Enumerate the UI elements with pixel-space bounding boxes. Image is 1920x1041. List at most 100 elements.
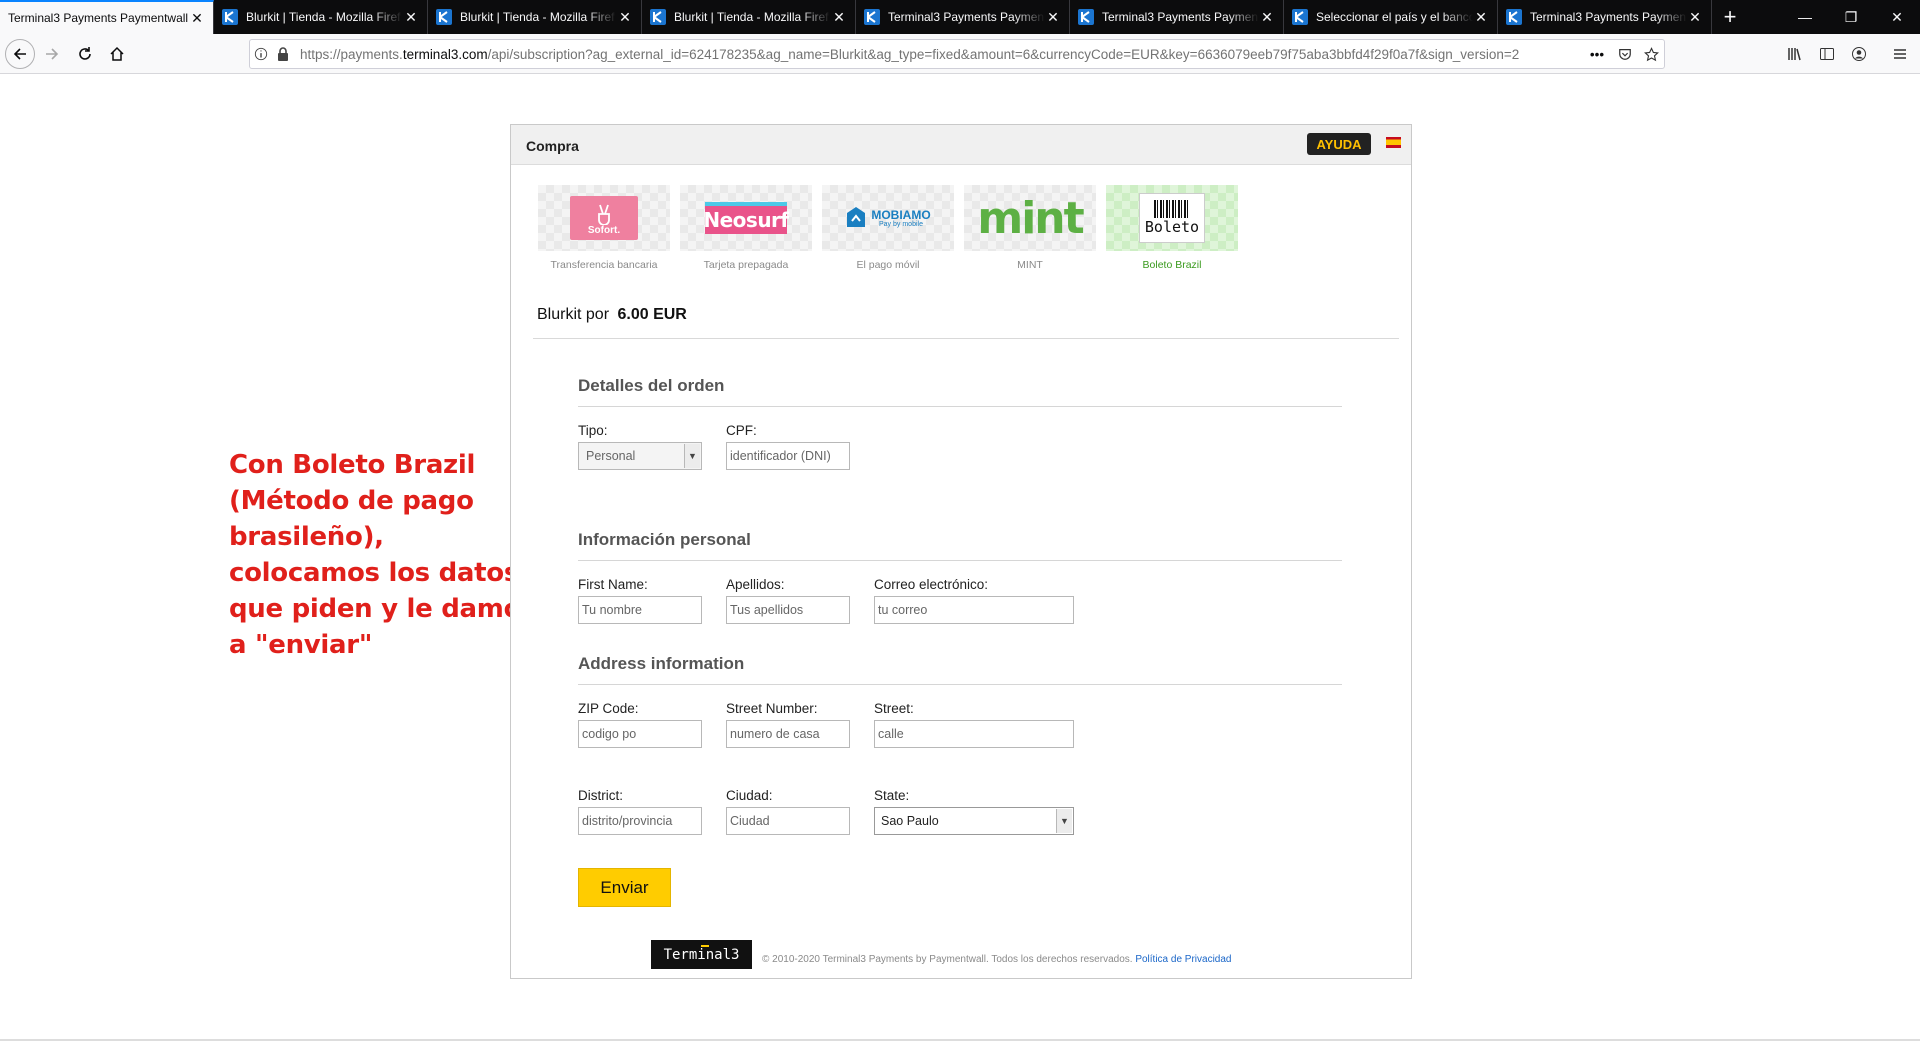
city-label: Ciudad: xyxy=(726,788,773,803)
mobiamo-logo: MOBIAMO Pay by mobile xyxy=(845,205,931,231)
tab-blurkit-2[interactable]: Blurkit | Tienda - Mozilla Firef ✕ xyxy=(428,0,642,34)
copyright: © 2010-2020 Terminal3 Payments by Paymen… xyxy=(762,954,1133,965)
mint-logo: mint xyxy=(977,192,1084,244)
tipo-field: Tipo: Personal ▼ xyxy=(578,423,702,470)
email-field: Correo electrónico: tu correo xyxy=(874,577,1074,624)
new-tab-button[interactable]: + xyxy=(1712,0,1748,34)
close-icon[interactable]: ✕ xyxy=(1045,9,1061,26)
method-mobiamo[interactable]: MOBIAMO Pay by mobile El pago móvil xyxy=(822,185,954,271)
section-title: Detalles del orden xyxy=(578,376,1342,407)
method-sofort[interactable]: Sofort. Transferencia bancaria xyxy=(538,185,670,271)
forward-button[interactable] xyxy=(38,40,66,68)
close-icon[interactable]: ✕ xyxy=(189,10,205,27)
library-icon[interactable] xyxy=(1781,40,1809,68)
close-icon[interactable]: ✕ xyxy=(1687,9,1703,26)
tab-terminal3-active[interactable]: Terminal3 Payments Paymentwall ✕ xyxy=(0,0,214,34)
bookmark-star-icon[interactable] xyxy=(1638,46,1664,62)
method-label: MINT xyxy=(1017,259,1043,271)
account-icon[interactable] xyxy=(1845,40,1873,68)
tab-title: Terminal3 Payments Paymen xyxy=(1102,10,1259,24)
close-icon[interactable]: ✕ xyxy=(617,9,633,26)
email-input[interactable]: tu correo xyxy=(874,596,1074,624)
tab-bar: Terminal3 Payments Paymentwall ✕ Blurkit… xyxy=(0,0,1920,34)
info-icon[interactable] xyxy=(250,47,272,61)
sofort-logo-text: Sofort. xyxy=(587,225,621,236)
street-input[interactable]: calle xyxy=(874,720,1074,748)
zip-field: ZIP Code: codigo po xyxy=(578,701,702,748)
city-input[interactable]: Ciudad xyxy=(726,807,850,835)
sidebar-icon[interactable] xyxy=(1813,40,1841,68)
personal-info-section: Información personal xyxy=(578,530,1342,561)
tab-terminal3-3[interactable]: Terminal3 Payments Paymen ✕ xyxy=(1070,0,1284,34)
annotation-text: Con Boleto Brazil (Método de pago brasil… xyxy=(229,450,537,660)
section-title: Address information xyxy=(578,654,1342,685)
close-icon[interactable]: ✕ xyxy=(1259,9,1275,26)
method-tile[interactable]: MOBIAMO Pay by mobile xyxy=(822,185,954,251)
method-tile[interactable]: mint xyxy=(964,185,1096,251)
blurkit-favicon-icon xyxy=(650,9,666,25)
help-button[interactable]: AYUDA xyxy=(1307,133,1371,155)
tab-title: Terminal3 Payments Paymen xyxy=(888,10,1045,24)
home-button[interactable] xyxy=(103,40,131,68)
method-label: Boleto Brazil xyxy=(1142,259,1202,271)
submit-button[interactable]: Enviar xyxy=(578,868,671,907)
minimize-icon[interactable]: — xyxy=(1782,0,1828,34)
close-icon[interactable]: ✕ xyxy=(403,9,419,26)
pocket-icon[interactable] xyxy=(1612,47,1638,61)
method-boleto-selected[interactable]: Boleto Boleto Brazil xyxy=(1106,185,1238,271)
tab-blurkit-3[interactable]: Blurkit | Tienda - Mozilla Firef ✕ xyxy=(642,0,856,34)
street-number-label: Street Number: xyxy=(726,701,818,716)
spain-flag-icon[interactable] xyxy=(1386,137,1401,148)
privacy-policy-link[interactable]: Política de Privacidad xyxy=(1135,954,1231,965)
cpf-label: CPF: xyxy=(726,423,757,438)
tab-terminal3-2[interactable]: Terminal3 Payments Paymen ✕ xyxy=(856,0,1070,34)
page-actions-icon[interactable]: ••• xyxy=(1582,47,1612,62)
mobiamo-logo-text: MOBIAMO xyxy=(871,207,931,222)
state-select[interactable]: Sao Paulo ▼ xyxy=(874,807,1074,835)
tab-terminal3-4[interactable]: Terminal3 Payments Paymen ✕ xyxy=(1498,0,1712,34)
url-path: /api/subscription?ag_external_id=6241782… xyxy=(487,46,1520,62)
first-name-input[interactable]: Tu nombre xyxy=(578,596,702,624)
method-mint[interactable]: mint MINT xyxy=(964,185,1096,271)
url-domain: terminal3.com xyxy=(402,46,488,62)
tipo-select[interactable]: Personal ▼ xyxy=(578,442,702,470)
reload-button[interactable] xyxy=(71,40,99,68)
chevron-down-icon[interactable]: ▼ xyxy=(684,444,700,468)
home-icon xyxy=(110,46,124,61)
close-icon[interactable]: ✕ xyxy=(1473,9,1489,26)
section-title: Información personal xyxy=(578,530,1342,561)
neosurf-logo: Neosurf xyxy=(703,202,789,234)
product-name: Blurkit por xyxy=(537,306,610,323)
restore-icon[interactable]: ❐ xyxy=(1828,0,1874,34)
method-tile[interactable]: Sofort. xyxy=(538,185,670,251)
boleto-logo: Boleto xyxy=(1139,193,1205,243)
district-input[interactable]: distrito/provincia xyxy=(578,807,702,835)
zip-input[interactable]: codigo po xyxy=(578,720,702,748)
menu-icon[interactable] xyxy=(1886,40,1914,68)
address-bar[interactable]: https://payments.terminal3.com/api/subsc… xyxy=(249,39,1665,69)
method-tile[interactable]: Neosurf xyxy=(680,185,812,251)
divider xyxy=(533,338,1399,339)
tab-seleccionar[interactable]: Seleccionar el país y el banco ✕ xyxy=(1284,0,1498,34)
close-window-icon[interactable]: ✕ xyxy=(1874,0,1920,34)
first-name-field: First Name: Tu nombre xyxy=(578,577,702,624)
method-tile[interactable]: Boleto xyxy=(1106,185,1238,251)
order-details-section: Detalles del orden xyxy=(578,376,1342,407)
email-label: Correo electrónico: xyxy=(874,577,989,592)
district-label: District: xyxy=(578,788,623,803)
copyright-text: © 2010-2020 Terminal3 Payments by Paymen… xyxy=(762,954,1231,965)
street-number-input[interactable]: numero de casa xyxy=(726,720,850,748)
blurkit-favicon-icon xyxy=(1506,9,1522,25)
chevron-down-icon[interactable]: ▼ xyxy=(1056,809,1072,833)
close-icon[interactable]: ✕ xyxy=(831,9,847,26)
cpf-input[interactable]: identificador (DNI) xyxy=(726,442,850,470)
lock-icon[interactable] xyxy=(272,47,294,61)
tipo-label: Tipo: xyxy=(578,423,608,438)
method-neosurf[interactable]: Neosurf Tarjeta prepagada xyxy=(680,185,812,271)
forward-arrow-icon xyxy=(46,48,59,60)
tab-blurkit-1[interactable]: Blurkit | Tienda - Mozilla Firef ✕ xyxy=(214,0,428,34)
payment-methods: Sofort. Transferencia bancaria Neosurf T… xyxy=(538,185,1238,271)
last-name-label: Apellidos: xyxy=(726,577,785,592)
back-button[interactable] xyxy=(5,39,35,69)
last-name-input[interactable]: Tus apellidos xyxy=(726,596,850,624)
